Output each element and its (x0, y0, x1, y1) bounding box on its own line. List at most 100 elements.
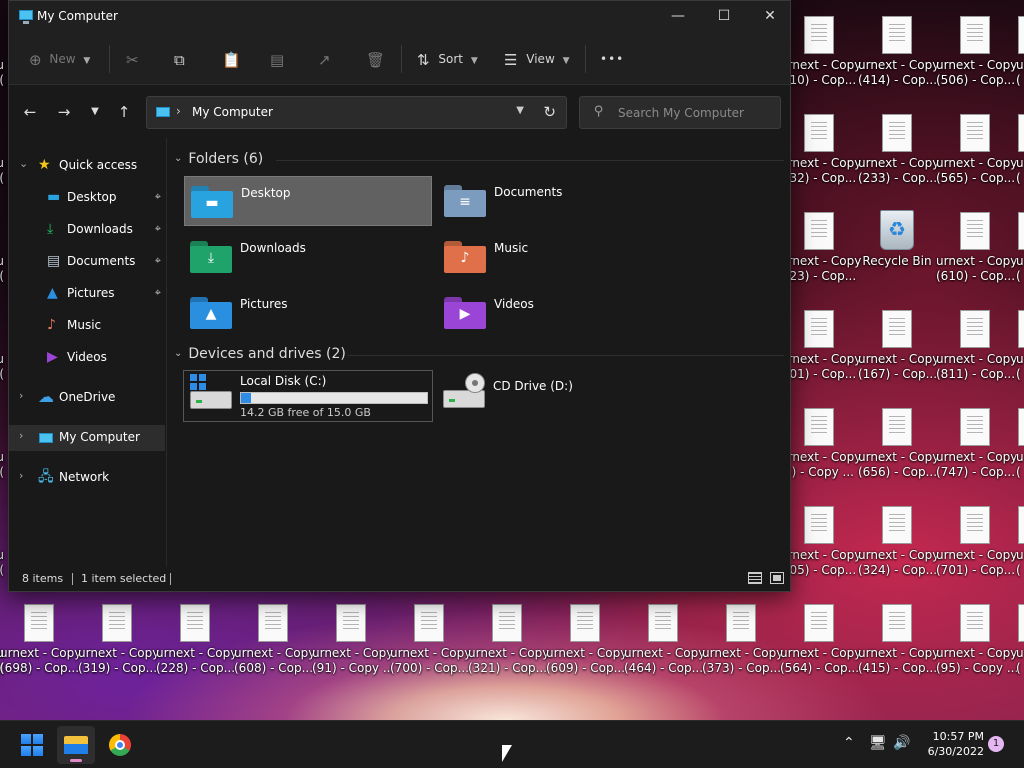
search-box[interactable]: ⚲ (579, 96, 781, 129)
sidebar-item-documents[interactable]: ▤ Documents ⌖ (9, 249, 165, 275)
desktop-file-icon[interactable]: urnext - Copy 232) - Cop... (780, 106, 861, 198)
sidebar-item-videos[interactable]: ▶ Videos (9, 345, 165, 371)
view-button[interactable]: ☰ View ▼ (504, 47, 570, 71)
drive-tile-cd-drive[interactable]: CD Drive (D:) (437, 370, 687, 422)
refresh-icon[interactable]: ↻ (543, 103, 556, 121)
copy-button[interactable]: ⧉ (174, 47, 185, 71)
sidebar-item-quick-access[interactable]: ⌄ ★ Quick access (9, 153, 165, 179)
chevron-down-icon[interactable]: ⌄ (19, 157, 28, 170)
desktop-file-icon[interactable]: urnext - Copy (698) - Cop... (0, 596, 81, 688)
cut-button[interactable]: ✂ (126, 47, 139, 71)
desktop-file-icon[interactable]: urnext - Copy (564) - Cop... (780, 596, 861, 688)
desktop-file-icon-partial[interactable]: u( (1014, 596, 1024, 688)
desktop-file-icon[interactable]: urnext - Copy 701) - Cop... (780, 302, 861, 394)
desktop-file-icon-partial[interactable]: u( (1014, 204, 1024, 296)
up-arrow-icon[interactable]: ↑ (112, 102, 136, 124)
taskbar-chrome[interactable] (101, 726, 139, 764)
pin-icon[interactable]: ⌖ (155, 190, 161, 204)
desktop-file-icon-partial[interactable]: u( (0, 498, 4, 590)
desktop-file-icon-partial[interactable]: u( (1014, 302, 1024, 394)
sidebar-item-my-computer[interactable]: › My Computer (9, 425, 165, 451)
desktop-file-icon[interactable]: urnext - Copy (565) - Cop... (936, 106, 1017, 198)
folder-tile-documents[interactable]: ≡ Documents (438, 176, 686, 226)
rename-button[interactable]: ▤ (270, 47, 284, 71)
chevron-right-icon[interactable]: › (19, 429, 23, 442)
folder-tile-desktop[interactable]: ▬ Desktop (184, 176, 432, 226)
sidebar-item-downloads[interactable]: ⤓ Downloads ⌖ (9, 217, 165, 243)
more-options-button[interactable]: ••• (600, 47, 624, 71)
details-view-icon[interactable] (748, 572, 762, 584)
sort-button[interactable]: ⇅ Sort ▼ (417, 47, 478, 71)
desktop-file-icon[interactable]: urnext - Copy (656) - Cop... (858, 400, 939, 492)
pin-icon[interactable]: ⌖ (155, 254, 161, 268)
chevron-right-icon[interactable]: › (19, 389, 23, 402)
drives-group-header[interactable]: ⌄ Devices and drives (2) (174, 346, 346, 362)
folder-tile-pictures[interactable]: ▲ Pictures (184, 288, 432, 338)
desktop-file-icon-partial[interactable]: u( (0, 204, 4, 296)
sidebar-item-pictures[interactable]: ▲ Pictures ⌖ (9, 281, 165, 307)
desktop-file-icon[interactable]: urnext - Copy (319) - Cop... (78, 596, 159, 688)
sidebar-item-music[interactable]: ♪ Music (9, 313, 165, 339)
desktop-file-icon-partial[interactable]: u( (0, 8, 4, 100)
desktop-file-icon[interactable]: urnext - Copy (228) - Cop... (156, 596, 237, 688)
breadcrumb[interactable]: My Computer (192, 105, 273, 119)
desktop-file-icon-partial[interactable]: u( (0, 302, 4, 394)
desktop-file-icon[interactable]: urnext - Copy (506) - Cop... (936, 8, 1017, 100)
chevron-right-icon[interactable]: › (19, 469, 23, 482)
taskbar-file-explorer[interactable] (57, 726, 95, 764)
start-button[interactable] (13, 726, 51, 764)
desktop-file-icon[interactable]: urnext - Copy (701) - Cop... (936, 498, 1017, 590)
search-input[interactable] (618, 103, 773, 123)
sidebar-item-desktop[interactable]: ▬ Desktop ⌖ (9, 185, 165, 211)
chevron-down-icon[interactable]: ▼ (516, 105, 524, 116)
desktop-file-icon[interactable]: urnext - Copy (91) - Copy ... (312, 596, 394, 688)
network-status-icon[interactable]: 🖥 (869, 735, 887, 751)
desktop-file-icon[interactable]: urnext - Copy (811) - Cop... (936, 302, 1017, 394)
desktop-file-icon[interactable]: urnext - Copy (167) - Cop... (858, 302, 939, 394)
drive-tile-local-disk[interactable]: Local Disk (C:) 14.2 GB free of 15.0 GB (183, 370, 433, 422)
desktop-file-icon[interactable]: urnext - Copy (373) - Cop... (702, 596, 783, 688)
desktop-file-icon[interactable]: urnext - Copy (608) - Cop... (234, 596, 315, 688)
delete-button[interactable]: 🗑 (366, 47, 385, 71)
pin-icon[interactable]: ⌖ (155, 222, 161, 236)
desktop-file-icon-partial[interactable]: u( (1014, 106, 1024, 198)
desktop-file-icon[interactable]: urnext - Copy (324) - Cop... (858, 498, 939, 590)
recent-locations-chevron-icon[interactable]: ▼ (83, 102, 107, 124)
folder-tile-music[interactable]: ♪ Music (438, 232, 686, 282)
desktop-file-icon[interactable]: urnext - Copy (233) - Cop... (858, 106, 939, 198)
desktop-file-icon-partial[interactable]: u( (1014, 8, 1024, 100)
desktop-file-icon[interactable]: urnext - Copy (609) - Cop... (546, 596, 627, 688)
folder-tile-downloads[interactable]: ⤓ Downloads (184, 232, 432, 282)
desktop-file-icon[interactable]: urnext - Copy (95) - Copy ... (936, 596, 1018, 688)
desktop-file-icon[interactable]: urnext - Copy 305) - Cop... (780, 498, 861, 590)
desktop-file-icon[interactable]: urnext - Copy (700) - Cop... (390, 596, 471, 688)
forward-arrow-icon[interactable]: → (52, 102, 76, 124)
desktop-file-icon[interactable]: urnext - Copy (464) - Cop... (624, 596, 705, 688)
share-button[interactable]: ↗ (318, 47, 331, 71)
large-icons-view-icon[interactable] (770, 572, 784, 584)
desktop-file-icon[interactable]: urnext - Copy (414) - Cop... (858, 8, 939, 100)
desktop-file-icon-partial[interactable]: u( (1014, 498, 1024, 590)
new-button[interactable]: ⊕ New ▼ (29, 47, 90, 71)
recycle-bin[interactable]: Recycle Bin (858, 204, 936, 296)
desktop-file-icon-partial[interactable]: u( (1014, 400, 1024, 492)
desktop-file-icon-partial[interactable]: u( (0, 106, 4, 198)
desktop-file-icon[interactable]: urnext - Copy 4) - Copy ... (780, 400, 861, 492)
paste-button[interactable]: 📋 (222, 47, 241, 71)
clock[interactable]: 10:57 PM 6/30/2022 (918, 729, 984, 759)
maximize-button[interactable]: ☐ (701, 1, 747, 33)
show-hidden-icons-chevron-icon[interactable]: ⌃ (843, 735, 855, 751)
title-bar[interactable]: My Computer — ☐ ✕ (9, 1, 790, 33)
desktop-file-icon-partial[interactable]: u( (0, 400, 4, 492)
sidebar-item-network[interactable]: › 🖧 Network (9, 465, 165, 491)
volume-icon[interactable]: 🔊 (893, 735, 910, 751)
notification-badge[interactable]: 1 (988, 736, 1004, 752)
desktop-file-icon[interactable]: urnext - Copy (610) - Cop... (936, 204, 1017, 296)
breadcrumb-chevron-icon[interactable]: › (176, 104, 181, 118)
desktop-file-icon[interactable]: urnext - Copy 323) - Cop... (780, 204, 861, 296)
folder-tile-videos[interactable]: ▶ Videos (438, 288, 686, 338)
desktop-file-icon[interactable]: urnext - Copy (415) - Cop... (858, 596, 939, 688)
pin-icon[interactable]: ⌖ (155, 286, 161, 300)
close-button[interactable]: ✕ (747, 1, 793, 33)
desktop-file-icon[interactable]: urnext - Copy (747) - Cop... (936, 400, 1017, 492)
